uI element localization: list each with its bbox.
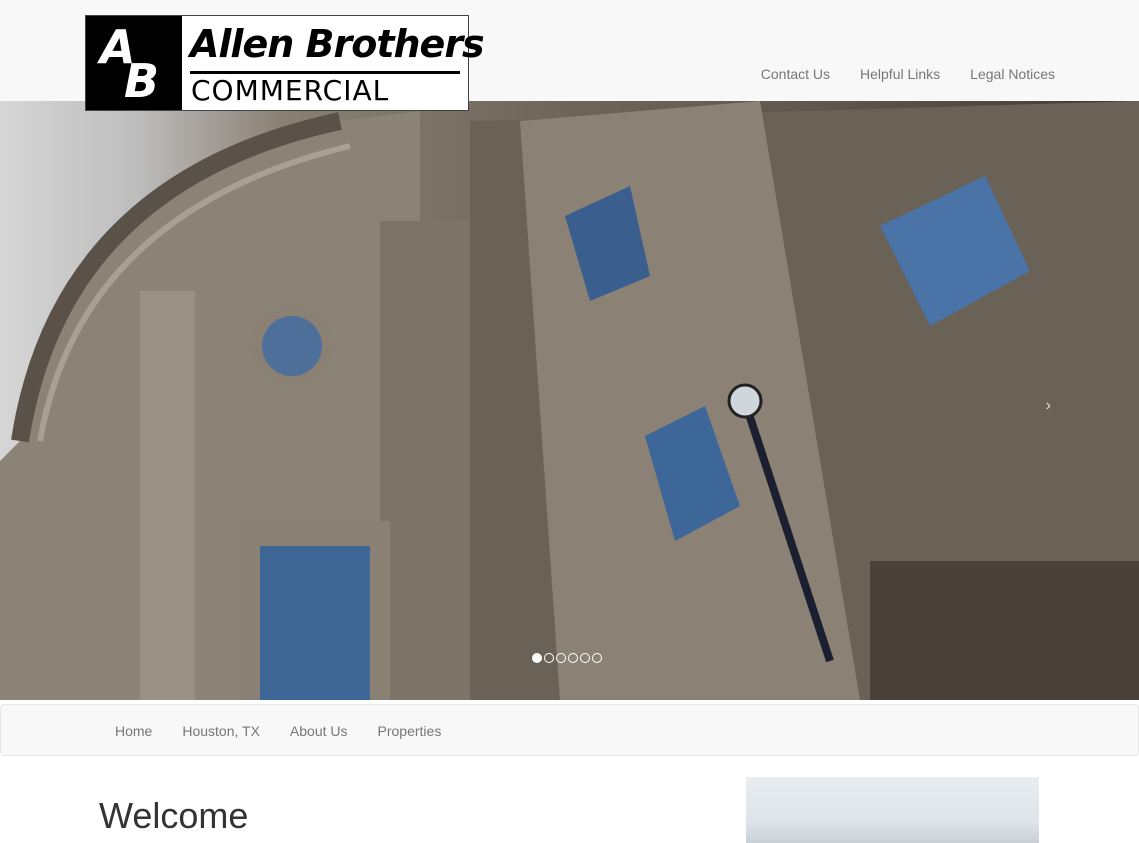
logo-monogram: A B [86,16,182,110]
hero-building-image [0,101,1139,700]
logo-wordmark: Allen Brothers COMMERCIAL [182,16,485,110]
carousel-dot-1[interactable] [532,653,542,663]
carousel-dot-2[interactable] [544,653,554,663]
sidebar-image [746,777,1039,843]
page-heading: Welcome [99,795,249,836]
carousel-dot-6[interactable] [592,653,602,663]
nav-houston-tx[interactable]: Houston, TX [182,723,260,739]
hero-carousel: › [0,101,1139,700]
carousel-dot-4[interactable] [568,653,578,663]
nav-contact-us[interactable]: Contact Us [761,66,830,82]
carousel-indicators [532,653,602,663]
nav-home[interactable]: Home [115,723,152,739]
nav-helpful-links[interactable]: Helpful Links [860,66,940,82]
logo-title: Allen Brothers [190,22,485,66]
main-nav: Home Houston, TX About Us Properties [0,704,1139,756]
carousel-next-arrow[interactable]: › [1046,397,1051,415]
carousel-dot-5[interactable] [580,653,590,663]
nav-properties[interactable]: Properties [378,723,442,739]
logo-initial-b: B [124,54,160,108]
nav-legal-notices[interactable]: Legal Notices [970,66,1055,82]
site-header: A B Allen Brothers COMMERCIAL Contact Us… [0,0,1139,111]
logo-subtitle: COMMERCIAL [191,74,390,107]
nav-about-us[interactable]: About Us [290,723,348,739]
carousel-dot-3[interactable] [556,653,566,663]
brand-logo[interactable]: A B Allen Brothers COMMERCIAL [85,15,485,111]
top-nav: Contact Us Helpful Links Legal Notices [761,66,1055,82]
